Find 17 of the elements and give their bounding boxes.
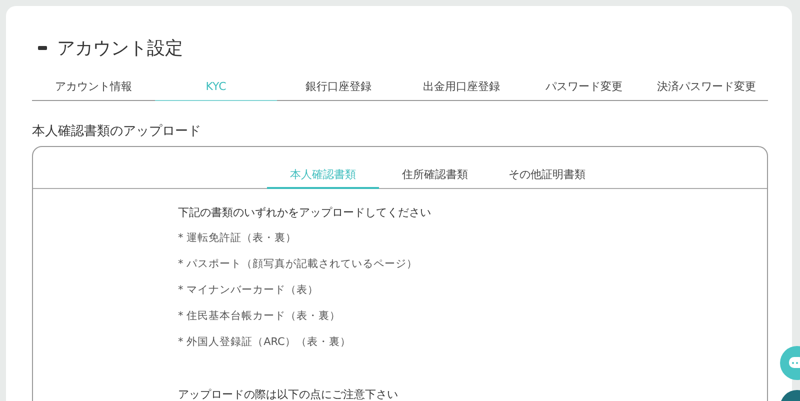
tab[interactable]: 銀行口座登録 [277, 74, 400, 101]
document-item: * 運転免許証（表・裏） [178, 231, 298, 246]
tab[interactable]: 出金用口座登録 [400, 74, 523, 101]
notes-heading: アップロードの際は以下の点にご注意下さい [178, 387, 399, 401]
tab[interactable]: 決済パスワード変更 [645, 74, 768, 101]
tab[interactable]: パスワード変更 [522, 74, 646, 101]
document-item: * パスポート（顔写真が記載されているページ） [178, 257, 419, 272]
tab[interactable]: アカウント情報 [32, 74, 155, 101]
section-title: 本人確認書類のアップロード [32, 123, 202, 140]
document-item: * マイナンバーカード（表） [178, 283, 320, 298]
document-item: * 外国人登録証（ARC）（表・裏） [178, 335, 352, 350]
instruction-text: 下記の書類のいずれかをアップロードしてください [178, 205, 432, 221]
dash-icon [38, 46, 47, 50]
document-tab[interactable]: 住所確認書類 [379, 165, 491, 189]
page-title: アカウント設定 [57, 37, 183, 60]
document-item: * 住民基本台帳カード（表・裏） [178, 309, 342, 324]
document-tab[interactable]: その他証明書類 [491, 165, 603, 189]
